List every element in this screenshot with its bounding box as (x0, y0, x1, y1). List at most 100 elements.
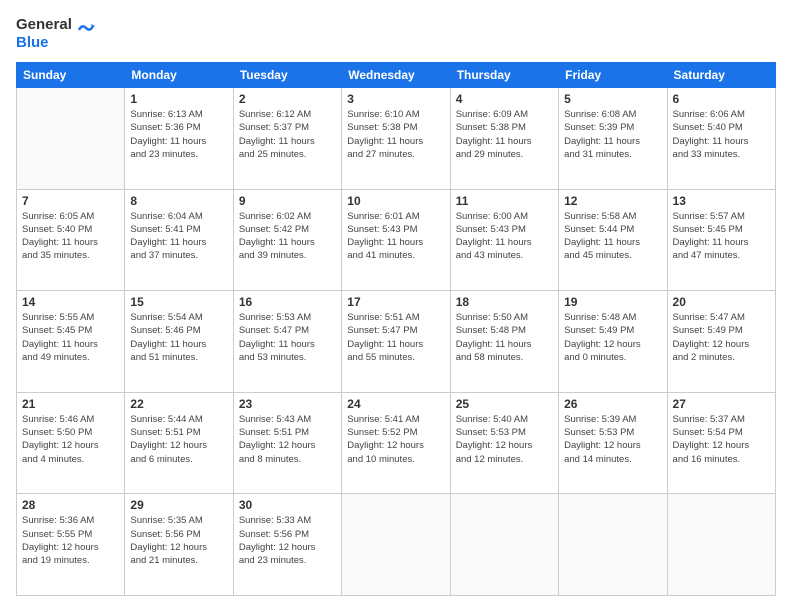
day-number: 17 (347, 295, 444, 309)
calendar-cell: 21 Sunrise: 5:46 AMSunset: 5:50 PMDayligh… (17, 392, 125, 494)
day-info: Sunrise: 6:08 AMSunset: 5:39 PMDaylight:… (564, 108, 661, 161)
day-number: 15 (130, 295, 227, 309)
calendar-cell: 8Sunrise: 6:04 AMSunset: 5:41 PMDaylight… (125, 189, 233, 291)
calendar-week-row: 7 Sunrise: 6:05 AMSunset: 5:40 PMDaylight… (17, 189, 776, 291)
calendar-week-row: 14 Sunrise: 5:55 AMSunset: 5:45 PMDayligh… (17, 291, 776, 393)
day-number: 10 (347, 194, 444, 208)
day-info: Sunrise: 5:40 AMSunset: 5:53 PMDaylight:… (456, 413, 553, 466)
calendar-day-header: Saturday (667, 63, 775, 88)
calendar-day-header: Friday (559, 63, 667, 88)
day-number: 24 (347, 397, 444, 411)
calendar-week-row: 28 Sunrise: 5:36 AMSunset: 5:55 PMDayligh… (17, 494, 776, 596)
calendar-cell: 12Sunrise: 5:58 AMSunset: 5:44 PMDayligh… (559, 189, 667, 291)
day-number: 25 (456, 397, 553, 411)
day-info: Sunrise: 5:54 AMSunset: 5:46 PMDaylight:… (130, 311, 227, 364)
day-number: 23 (239, 397, 336, 411)
calendar-cell: 24 Sunrise: 5:41 AMSunset: 5:52 PMDayligh… (342, 392, 450, 494)
calendar-cell: 26 Sunrise: 5:39 AMSunset: 5:53 PMDayligh… (559, 392, 667, 494)
calendar-cell: 27 Sunrise: 5:37 AMSunset: 5:54 PMDayligh… (667, 392, 775, 494)
day-info: Sunrise: 5:47 AMSunset: 5:49 PMDaylight:… (673, 311, 770, 364)
day-info: Sunrise: 5:43 AMSunset: 5:51 PMDaylight:… (239, 413, 336, 466)
day-number: 18 (456, 295, 553, 309)
calendar-week-row: 21 Sunrise: 5:46 AMSunset: 5:50 PMDayligh… (17, 392, 776, 494)
day-number: 27 (673, 397, 770, 411)
day-info: Sunrise: 6:06 AMSunset: 5:40 PMDaylight:… (673, 108, 770, 161)
calendar-cell: 11 Sunrise: 6:00 AMSunset: 5:43 PMDayligh… (450, 189, 558, 291)
calendar-day-header: Monday (125, 63, 233, 88)
calendar-cell: 3 Sunrise: 6:10 AMSunset: 5:38 PMDaylight… (342, 88, 450, 190)
calendar-cell (450, 494, 558, 596)
calendar-cell: 17 Sunrise: 5:51 AMSunset: 5:47 PMDayligh… (342, 291, 450, 393)
calendar-cell: 2 Sunrise: 6:12 AMSunset: 5:37 PMDaylight… (233, 88, 341, 190)
calendar-day-header: Sunday (17, 63, 125, 88)
day-info: Sunrise: 5:39 AMSunset: 5:53 PMDaylight:… (564, 413, 661, 466)
calendar-cell: 30 Sunrise: 5:33 AMSunset: 5:56 PMDayligh… (233, 494, 341, 596)
day-number: 9 (239, 194, 336, 208)
calendar-body: 1Sunrise: 6:13 AMSunset: 5:36 PMDaylight… (17, 88, 776, 596)
logo: GeneralBlue (16, 16, 95, 52)
calendar-cell: 18Sunrise: 5:50 AMSunset: 5:48 PMDayligh… (450, 291, 558, 393)
day-number: 13 (673, 194, 770, 208)
calendar-cell: 4Sunrise: 6:09 AMSunset: 5:38 PMDaylight… (450, 88, 558, 190)
day-number: 3 (347, 92, 444, 106)
day-info: Sunrise: 6:00 AMSunset: 5:43 PMDaylight:… (456, 210, 553, 263)
calendar-cell: 22Sunrise: 5:44 AMSunset: 5:51 PMDayligh… (125, 392, 233, 494)
header: GeneralBlue (16, 16, 776, 52)
day-info: Sunrise: 6:04 AMSunset: 5:41 PMDaylight:… (130, 210, 227, 263)
day-number: 11 (456, 194, 553, 208)
day-info: Sunrise: 5:36 AMSunset: 5:55 PMDaylight:… (22, 514, 119, 567)
calendar-cell: 23 Sunrise: 5:43 AMSunset: 5:51 PMDayligh… (233, 392, 341, 494)
day-number: 21 (22, 397, 119, 411)
day-info: Sunrise: 5:46 AMSunset: 5:50 PMDaylight:… (22, 413, 119, 466)
day-info: Sunrise: 5:58 AMSunset: 5:44 PMDaylight:… (564, 210, 661, 263)
day-number: 16 (239, 295, 336, 309)
calendar-cell: 7 Sunrise: 6:05 AMSunset: 5:40 PMDaylight… (17, 189, 125, 291)
day-number: 7 (22, 194, 119, 208)
day-info: Sunrise: 6:10 AMSunset: 5:38 PMDaylight:… (347, 108, 444, 161)
day-info: Sunrise: 5:48 AMSunset: 5:49 PMDaylight:… (564, 311, 661, 364)
day-info: Sunrise: 5:51 AMSunset: 5:47 PMDaylight:… (347, 311, 444, 364)
day-info: Sunrise: 5:41 AMSunset: 5:52 PMDaylight:… (347, 413, 444, 466)
day-info: Sunrise: 5:35 AMSunset: 5:56 PMDaylight:… (130, 514, 227, 567)
day-number: 29 (130, 498, 227, 512)
day-number: 5 (564, 92, 661, 106)
day-info: Sunrise: 5:37 AMSunset: 5:54 PMDaylight:… (673, 413, 770, 466)
day-number: 4 (456, 92, 553, 106)
calendar-cell: 1Sunrise: 6:13 AMSunset: 5:36 PMDaylight… (125, 88, 233, 190)
day-number: 28 (22, 498, 119, 512)
calendar-cell (667, 494, 775, 596)
calendar-cell: 29 Sunrise: 5:35 AMSunset: 5:56 PMDayligh… (125, 494, 233, 596)
calendar-cell: 5 Sunrise: 6:08 AMSunset: 5:39 PMDaylight… (559, 88, 667, 190)
day-info: Sunrise: 5:33 AMSunset: 5:56 PMDaylight:… (239, 514, 336, 567)
day-number: 19 (564, 295, 661, 309)
calendar-day-header: Wednesday (342, 63, 450, 88)
day-number: 30 (239, 498, 336, 512)
calendar-week-row: 1Sunrise: 6:13 AMSunset: 5:36 PMDaylight… (17, 88, 776, 190)
day-info: Sunrise: 5:44 AMSunset: 5:51 PMDaylight:… (130, 413, 227, 466)
calendar-cell: 15 Sunrise: 5:54 AMSunset: 5:46 PMDayligh… (125, 291, 233, 393)
day-number: 6 (673, 92, 770, 106)
calendar-table: SundayMondayTuesdayWednesdayThursdayFrid… (16, 62, 776, 596)
day-info: Sunrise: 6:02 AMSunset: 5:42 PMDaylight:… (239, 210, 336, 263)
day-number: 14 (22, 295, 119, 309)
logo-text: GeneralBlue (16, 16, 72, 52)
calendar-cell (17, 88, 125, 190)
day-number: 20 (673, 295, 770, 309)
calendar-day-header: Tuesday (233, 63, 341, 88)
calendar-cell: 28 Sunrise: 5:36 AMSunset: 5:55 PMDayligh… (17, 494, 125, 596)
day-info: Sunrise: 5:55 AMSunset: 5:45 PMDaylight:… (22, 311, 119, 364)
day-info: Sunrise: 6:12 AMSunset: 5:37 PMDaylight:… (239, 108, 336, 161)
day-number: 26 (564, 397, 661, 411)
calendar-cell: 25 Sunrise: 5:40 AMSunset: 5:53 PMDayligh… (450, 392, 558, 494)
calendar-cell: 14 Sunrise: 5:55 AMSunset: 5:45 PMDayligh… (17, 291, 125, 393)
day-number: 2 (239, 92, 336, 106)
calendar-cell (342, 494, 450, 596)
logo-wave-icon (77, 20, 95, 38)
day-info: Sunrise: 6:05 AMSunset: 5:40 PMDaylight:… (22, 210, 119, 263)
calendar-cell: 16 Sunrise: 5:53 AMSunset: 5:47 PMDayligh… (233, 291, 341, 393)
day-info: Sunrise: 5:53 AMSunset: 5:47 PMDaylight:… (239, 311, 336, 364)
day-info: Sunrise: 6:01 AMSunset: 5:43 PMDaylight:… (347, 210, 444, 263)
calendar-cell: 19 Sunrise: 5:48 AMSunset: 5:49 PMDayligh… (559, 291, 667, 393)
day-info: Sunrise: 5:57 AMSunset: 5:45 PMDaylight:… (673, 210, 770, 263)
calendar-day-header: Thursday (450, 63, 558, 88)
